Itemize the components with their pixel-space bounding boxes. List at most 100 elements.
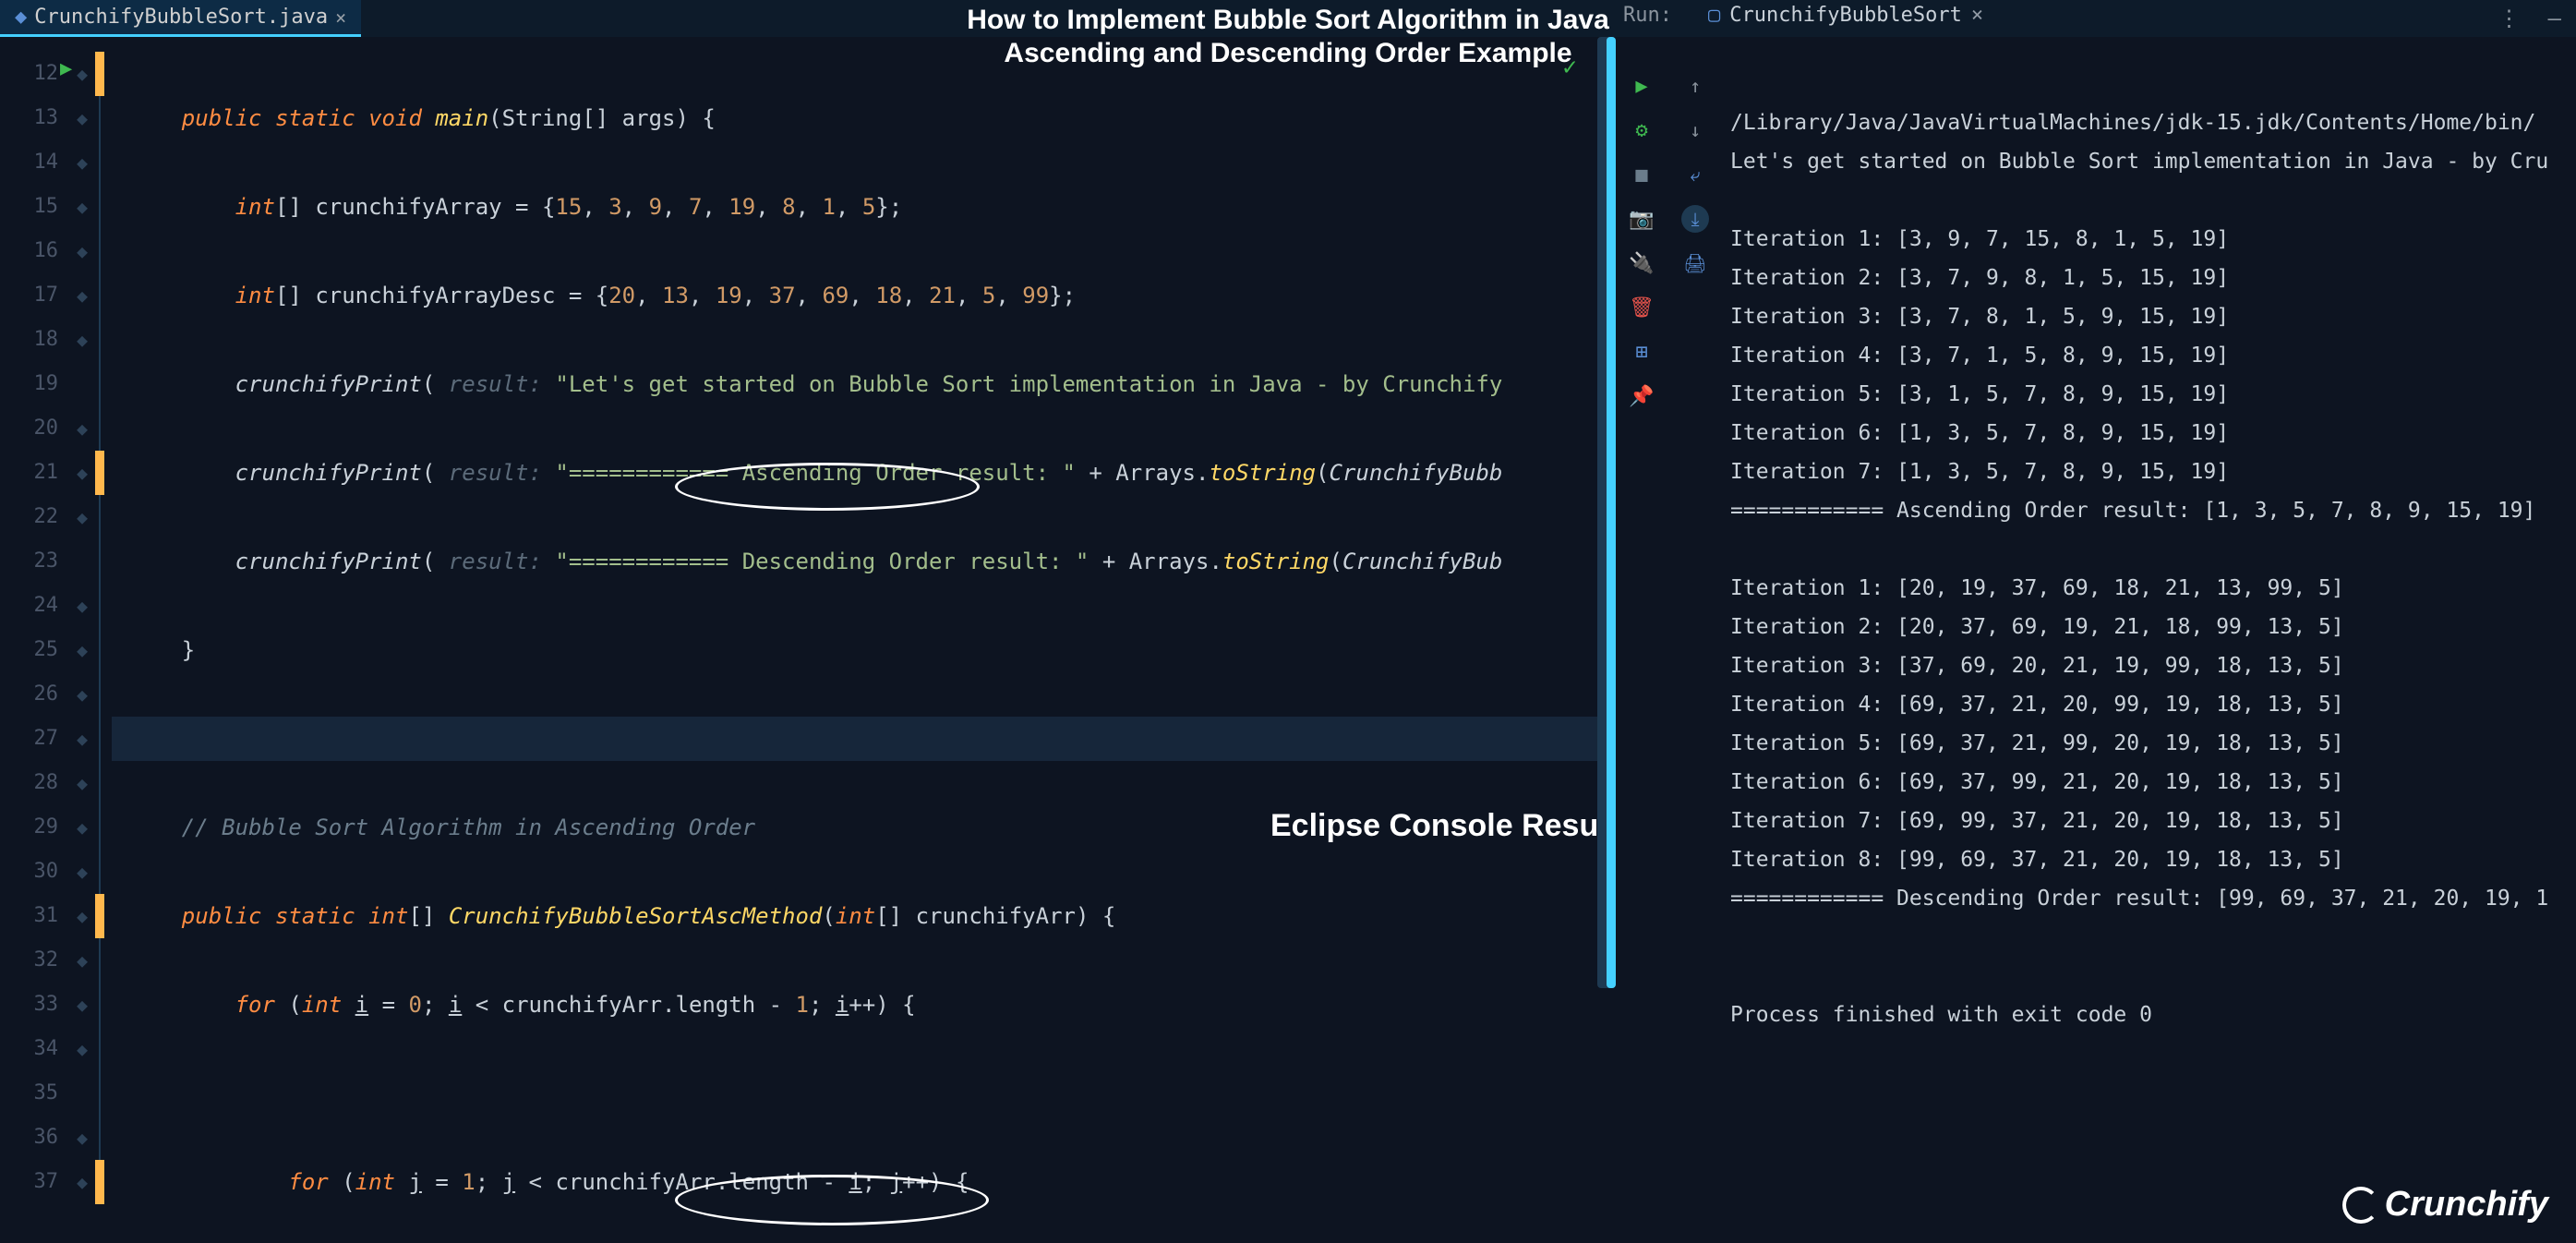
bookmark-icon[interactable]: ◆: [69, 938, 95, 983]
run-panel-label: Run:: [1623, 4, 1672, 27]
console-line: Iteration 6: [1, 3, 5, 7, 8, 9, 15, 19]: [1730, 421, 2229, 445]
console-line: Iteration 7: [1, 3, 5, 7, 8, 9, 15, 19]: [1730, 460, 2229, 484]
close-tab-icon[interactable]: ×: [335, 6, 346, 29]
rerun-icon[interactable]: ▶: [1628, 72, 1655, 100]
console-line: /Library/Java/JavaVirtualMachines/jdk-15…: [1730, 111, 2535, 135]
line-number: 34: [0, 1027, 69, 1071]
bookmark-icon[interactable]: ◆: [69, 273, 95, 318]
code-line[interactable]: crunchifyPrint( result: "============ De…: [112, 539, 1614, 584]
bookmark-icon[interactable]: ◆: [69, 1116, 95, 1160]
file-tab-label: CrunchifyBubbleSort.java: [34, 6, 328, 29]
pin-icon[interactable]: 📌: [1628, 382, 1655, 410]
line-number: 33: [0, 983, 69, 1027]
run-toolbar-right: ↑ ↓ ⤶ ⤓ 🖨: [1669, 65, 1721, 1243]
code-line[interactable]: int[] crunchifyArrayDesc = {20, 13, 19, …: [112, 273, 1614, 318]
console-output[interactable]: /Library/Java/JavaVirtualMachines/jdk-15…: [1721, 65, 2576, 1243]
console-line: Iteration 1: [3, 9, 7, 15, 8, 1, 5, 19]: [1730, 227, 2229, 251]
console-line: ============ Descending Order result: [9…: [1730, 887, 2548, 911]
code-line[interactable]: for (int i = 0; i < crunchifyArr.length …: [112, 983, 1614, 1027]
line-number: 31: [0, 894, 69, 938]
scrollbar-highlight: [1607, 37, 1616, 988]
line-number: 22: [0, 495, 69, 539]
line-number: 12: [0, 52, 69, 96]
stop-icon[interactable]: ■: [1628, 161, 1655, 188]
console-line: ============ Ascending Order result: [1,…: [1730, 499, 2535, 523]
run-config-icon: ▢: [1708, 4, 1720, 27]
bookmark-icon[interactable]: ◆: [69, 761, 95, 805]
code-line[interactable]: crunchifyPrint( result: "============ As…: [112, 451, 1614, 495]
down-arrow-icon[interactable]: ↓: [1681, 116, 1709, 144]
line-number: 23: [0, 539, 69, 584]
bookmark-icon[interactable]: ◆: [69, 185, 95, 229]
code-line[interactable]: }: [112, 628, 1614, 672]
bookmark-icon[interactable]: ◆: [69, 894, 95, 938]
bookmark-icon[interactable]: ◆: [69, 140, 95, 185]
line-number: 29: [0, 805, 69, 850]
bookmark-icon[interactable]: ◆: [69, 229, 95, 273]
code-line[interactable]: @ public static int[] CrunchifyBubbleSor…: [112, 894, 1614, 938]
editor-scrollbar[interactable]: [1597, 37, 1619, 988]
console-line: Iteration 2: [20, 37, 69, 19, 21, 18, 99…: [1730, 615, 2344, 639]
bookmark-icon[interactable]: ◆: [69, 983, 95, 1027]
code-line[interactable]: public static void main(String[] args) {: [112, 96, 1614, 140]
run-config-tab[interactable]: ▢ CrunchifyBubbleSort ×: [1708, 4, 1983, 27]
bookmark-icon[interactable]: ◆: [69, 717, 95, 761]
settings-icon[interactable]: ⚙: [1628, 116, 1655, 144]
bookmark-icon[interactable]: ◆: [69, 584, 95, 628]
code-line[interactable]: crunchifyPrint( result: "Let's get start…: [112, 362, 1614, 406]
marker-gutter: ◆ ◆ ◆ ◆ ◆ ◆ ◆ ◆ ◆ ◆ ◆ ◆ ◆ ◆ ◆ ◆ ◆ ◆ ◆ ◆ …: [69, 37, 95, 1243]
line-number: 26: [0, 672, 69, 717]
line-number: 14: [0, 140, 69, 185]
bookmark-icon[interactable]: ◆: [69, 672, 95, 717]
code-line-current[interactable]: [112, 717, 1614, 761]
line-number: 17: [0, 273, 69, 318]
console-line: Iteration 7: [69, 99, 37, 21, 20, 19, 18…: [1730, 809, 2344, 833]
bookmark-icon[interactable]: ◆: [69, 495, 95, 539]
crunchify-watermark: Crunchify: [2342, 1185, 2548, 1225]
console-line: Iteration 4: [3, 7, 1, 5, 8, 9, 15, 19]: [1730, 344, 2229, 368]
bookmark-icon[interactable]: ◆: [69, 318, 95, 362]
code-line[interactable]: for (int j = 1; j < crunchifyArr.length …: [112, 1160, 1614, 1204]
plug-icon[interactable]: 🔌: [1628, 249, 1655, 277]
line-number: 36: [0, 1116, 69, 1160]
wrap-icon[interactable]: ⤶: [1681, 161, 1709, 188]
bookmark-icon[interactable]: ◆: [69, 850, 95, 894]
bookmark-icon[interactable]: ◆: [69, 805, 95, 850]
code-line[interactable]: int[] crunchifyArray = {15, 3, 9, 7, 19,…: [112, 185, 1614, 229]
crunchify-logo-icon: [2342, 1187, 2379, 1224]
layout-icon[interactable]: ⊞: [1628, 338, 1655, 366]
bookmark-icon[interactable]: ◆: [69, 451, 95, 495]
bookmark-icon[interactable]: ◆: [69, 96, 95, 140]
print-icon[interactable]: 🖨: [1681, 249, 1709, 277]
editor-panel: ✓ ▶ 12 13 14 15 16 17 18 19 20 21 22 23 …: [0, 37, 1614, 1243]
line-number: 15: [0, 185, 69, 229]
java-icon: ◆: [15, 6, 27, 29]
line-number-gutter: 12 13 14 15 16 17 18 19 20 21 22 23 24 2…: [0, 37, 69, 1243]
line-number: 28: [0, 761, 69, 805]
up-arrow-icon[interactable]: ↑: [1681, 72, 1709, 100]
console-line: Iteration 5: [69, 37, 21, 99, 20, 19, 18…: [1730, 731, 2344, 755]
bookmark-icon[interactable]: ◆: [69, 1027, 95, 1071]
file-tab[interactable]: ◆ CrunchifyBubbleSort.java ×: [0, 0, 361, 37]
line-number: 35: [0, 1071, 69, 1116]
scroll-icon[interactable]: ⤓: [1681, 205, 1709, 233]
close-run-tab-icon[interactable]: ×: [1971, 4, 1983, 27]
more-icon[interactable]: ⋮: [2498, 6, 2521, 31]
line-number: 25: [0, 628, 69, 672]
bookmark-icon[interactable]: ◆: [69, 1160, 95, 1204]
console-line: Iteration 5: [3, 1, 5, 7, 8, 9, 15, 19]: [1730, 382, 2229, 406]
toolbar-right: ⋮ —: [2498, 6, 2561, 31]
code-editor[interactable]: public static void main(String[] args) {…: [112, 37, 1614, 1243]
minimize-icon[interactable]: —: [2548, 6, 2561, 31]
fold-gutter: [95, 37, 112, 1243]
line-number: 19: [0, 362, 69, 406]
bookmark-icon[interactable]: ◆: [69, 406, 95, 451]
delete-icon[interactable]: 🗑: [1628, 294, 1655, 321]
code-line[interactable]: [112, 1071, 1614, 1116]
console-line: Iteration 6: [69, 37, 99, 21, 20, 19, 18…: [1730, 770, 2344, 794]
camera-icon[interactable]: 📷: [1628, 205, 1655, 233]
bookmark-icon[interactable]: ◆: [69, 52, 95, 96]
bookmark-icon[interactable]: ◆: [69, 628, 95, 672]
watermark-text: Crunchify: [2385, 1185, 2548, 1225]
console-line: Iteration 3: [3, 7, 8, 1, 5, 9, 15, 19]: [1730, 305, 2229, 329]
